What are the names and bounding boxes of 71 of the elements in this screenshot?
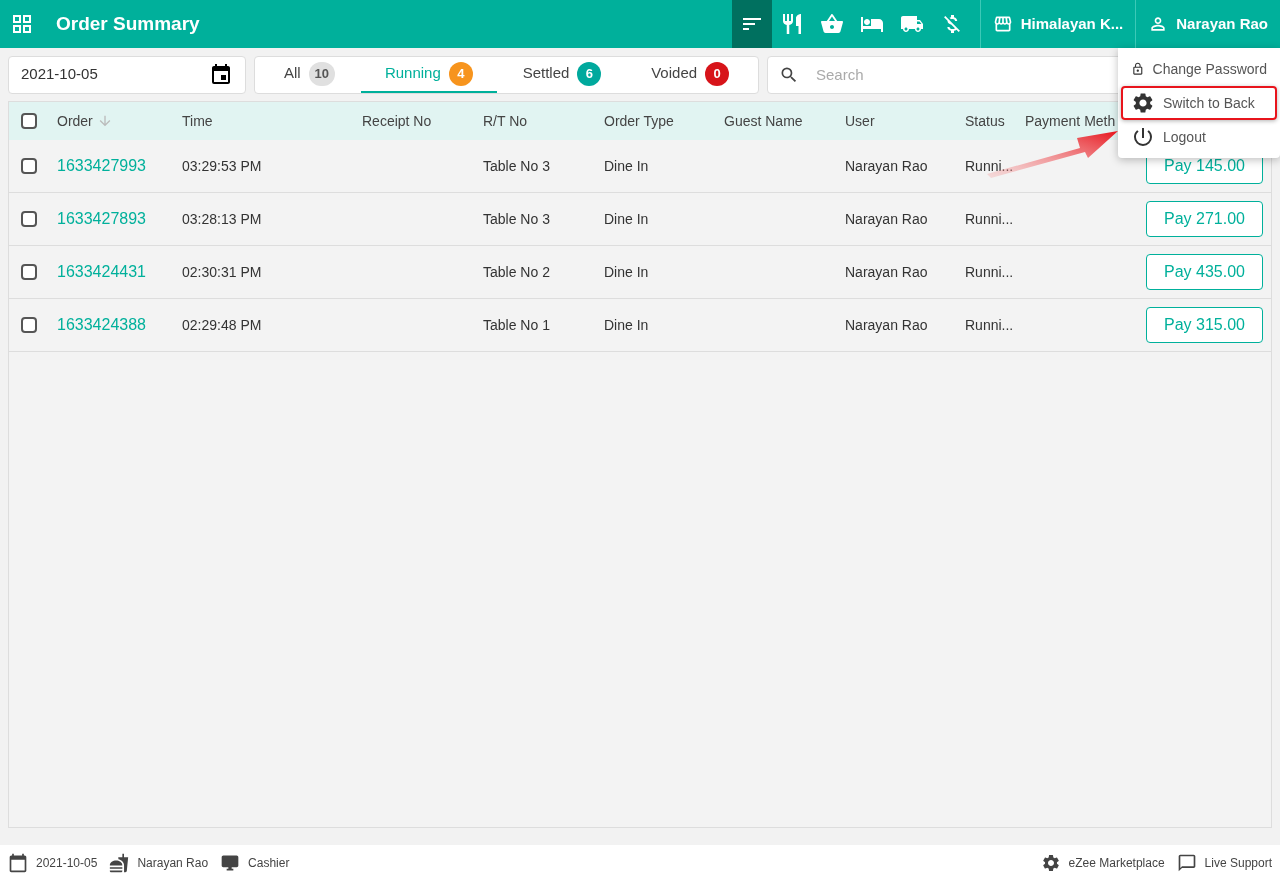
status-tab[interactable]: All 10 xyxy=(259,56,360,93)
table-cell-text: Dine In xyxy=(604,209,649,229)
marketplace-link[interactable]: eZee Marketplace xyxy=(1040,853,1165,873)
table-cell-text: Runni... xyxy=(965,262,1014,282)
column-header: Status xyxy=(965,111,1005,131)
checkbox[interactable] xyxy=(21,113,37,129)
store-icon xyxy=(992,14,1013,34)
date-field[interactable]: 2021-10-05 xyxy=(8,55,246,94)
table-cell-text: Table No 1 xyxy=(483,315,550,335)
column-header: User xyxy=(845,111,875,131)
live-support-link[interactable]: Live Support xyxy=(1176,853,1272,873)
count-badge: 4 xyxy=(448,61,473,86)
table-cell-text: Narayan Rao xyxy=(845,262,928,282)
count-badge: 6 xyxy=(577,61,602,86)
calendar-icon xyxy=(209,62,233,87)
table-cell-text: 03:28:13 PM xyxy=(182,209,262,229)
table-cell-text: Table No 3 xyxy=(483,209,550,229)
column-header: Receipt No xyxy=(362,111,432,131)
checkbox[interactable] xyxy=(21,317,37,333)
column-header: Time xyxy=(182,111,213,131)
footer-date: 2021-10-05 xyxy=(36,855,98,872)
table-cell-text: Runni... xyxy=(965,156,1014,176)
table-cell-text: 03:29:53 PM xyxy=(182,156,262,176)
power-icon xyxy=(1131,125,1155,149)
table-cell-text: Dine In xyxy=(604,262,649,282)
table-cell-text: 02:29:48 PM xyxy=(182,315,262,335)
outlet-button[interactable]: Himalayan K... xyxy=(980,0,1136,48)
chat-icon xyxy=(1176,853,1197,873)
food-tray-icon xyxy=(109,853,130,873)
toolbar-button[interactable] xyxy=(731,0,772,48)
order-link[interactable]: 1633427893 xyxy=(57,207,146,231)
monitor-icon xyxy=(220,853,241,873)
footer-user: Narayan Rao xyxy=(137,855,209,872)
table-cell-text: Narayan Rao xyxy=(845,315,928,335)
menu-item[interactable]: Switch to Back xyxy=(1121,86,1277,120)
calendar-icon xyxy=(8,853,28,873)
table-cell-text: Dine In xyxy=(604,315,649,335)
count-badge: 0 xyxy=(705,61,730,86)
page-title: Order Summary xyxy=(56,11,200,36)
checkbox[interactable] xyxy=(21,158,37,174)
column-header: Payment Meth xyxy=(1025,111,1116,131)
checkbox[interactable] xyxy=(21,211,37,227)
table-cell-text: Narayan Rao xyxy=(845,156,928,176)
order-link[interactable]: 1633427993 xyxy=(57,154,146,178)
table-cell-text: Runni... xyxy=(965,315,1014,335)
status-tab[interactable]: Running 4 xyxy=(360,56,497,93)
table-cell-text: Narayan Rao xyxy=(845,209,928,229)
status-tab[interactable]: Settled 6 xyxy=(498,56,626,93)
pay-button[interactable]: Pay 435.00 xyxy=(1146,254,1263,290)
gear-icon xyxy=(1040,853,1061,873)
checkbox[interactable] xyxy=(21,264,37,280)
order-link[interactable]: 1633424388 xyxy=(57,313,146,337)
pay-button[interactable]: Pay 315.00 xyxy=(1146,307,1263,343)
column-header[interactable]: Order xyxy=(57,110,93,132)
gear-icon xyxy=(1131,91,1155,115)
column-header: Guest Name xyxy=(724,111,803,131)
footer-role: Cashier xyxy=(248,855,290,872)
basket-icon xyxy=(819,12,844,36)
order-link[interactable]: 1633424431 xyxy=(57,260,146,284)
user-button[interactable]: Narayan Rao xyxy=(1136,0,1280,48)
table-cell-text: Table No 3 xyxy=(483,156,550,176)
table-cell-text: Runni... xyxy=(965,209,1014,229)
column-header: Order Type xyxy=(604,111,674,131)
pay-button[interactable]: Pay 271.00 xyxy=(1146,201,1263,237)
count-badge: 10 xyxy=(308,61,336,86)
table-cell-text: 02:30:31 PM xyxy=(182,262,262,282)
grid-menu-icon[interactable] xyxy=(10,12,34,36)
status-tab[interactable]: Voided 0 xyxy=(627,56,754,93)
table-cell-text: Table No 2 xyxy=(483,262,550,282)
table-cell-text: Dine In xyxy=(604,156,649,176)
column-header: R/T No xyxy=(483,111,528,131)
